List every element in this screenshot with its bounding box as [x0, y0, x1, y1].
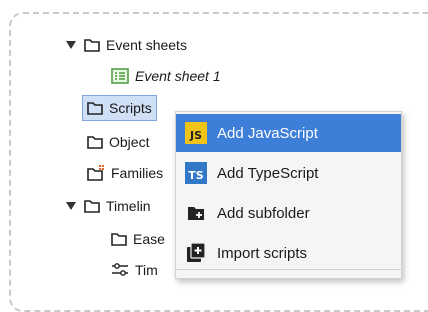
- tree-item-event-sheets[interactable]: Event sheets: [64, 33, 187, 57]
- tree-item-families[interactable]: Families: [87, 161, 163, 185]
- typescript-icon: TS: [185, 162, 207, 184]
- tree-item-label: Event sheet 1: [135, 68, 221, 84]
- tree-item-scripts[interactable]: Scripts: [82, 95, 157, 121]
- tree-item-label: Families: [111, 165, 164, 181]
- tree-item-timeline[interactable]: Tim: [111, 258, 158, 282]
- tree-item-label: Tim: [135, 262, 158, 278]
- menu-item-label: Add JavaScript: [217, 124, 318, 142]
- add-folder-icon: [185, 202, 207, 224]
- tree-item-ease[interactable]: Ease: [111, 227, 165, 251]
- menu-item-label: Import scripts: [217, 244, 308, 262]
- tree-item-label: Ease: [133, 231, 165, 247]
- folder-icon: [84, 39, 100, 52]
- timeline-icon: [112, 263, 128, 276]
- javascript-icon: JS: [185, 122, 207, 144]
- folder-icon: [111, 233, 127, 246]
- tree-item-timelines[interactable]: Timelin: [64, 194, 151, 218]
- folder-icon: [84, 200, 100, 213]
- menu-item-add-subfolder[interactable]: Add subfolder: [176, 194, 401, 232]
- menu-separator: [176, 269, 401, 270]
- tree-item-event-sheet-1[interactable]: Event sheet 1: [111, 64, 221, 88]
- tree-item-label: Object: [109, 134, 150, 150]
- folder-icon: [87, 102, 103, 115]
- tree-item-label: Timelin: [106, 198, 151, 214]
- menu-item-add-javascript[interactable]: JS Add JavaScript: [176, 114, 401, 152]
- context-menu: JS Add JavaScript TS Add TypeScript Add …: [175, 111, 402, 279]
- tree-item-label: Scripts: [109, 100, 152, 116]
- menu-item-import-scripts[interactable]: Import scripts: [176, 234, 401, 272]
- menu-item-label: Add subfolder: [217, 204, 310, 222]
- import-icon: [185, 242, 207, 264]
- families-folder-icon: [87, 165, 104, 181]
- folder-icon: [87, 136, 103, 149]
- tree-item-label: Event sheets: [106, 37, 187, 53]
- menu-item-label: Add TypeScript: [217, 164, 319, 182]
- tree-item-object-types[interactable]: Object: [87, 130, 149, 154]
- event-sheet-icon: [111, 68, 129, 84]
- expand-arrow-icon[interactable]: [64, 202, 78, 210]
- expand-arrow-icon[interactable]: [64, 41, 78, 49]
- menu-item-add-typescript[interactable]: TS Add TypeScript: [176, 154, 401, 192]
